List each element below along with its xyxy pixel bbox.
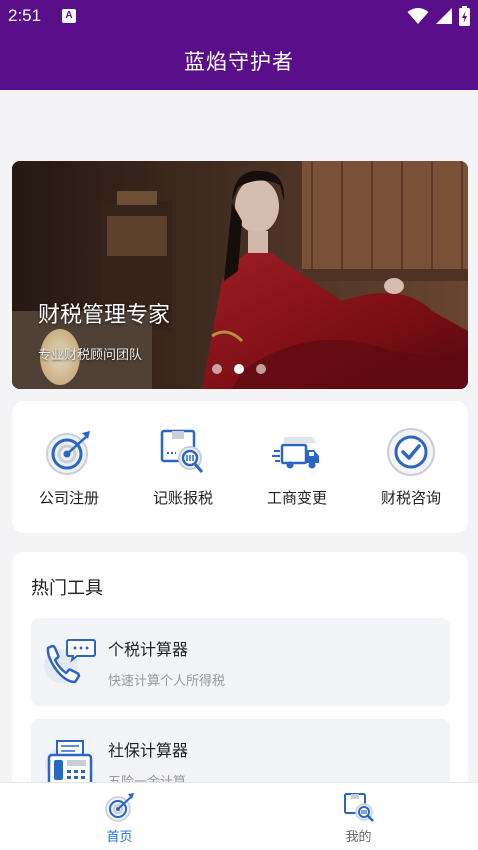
bottom-navigation: 首页 我的 <box>0 782 478 850</box>
service-label: 公司注册 <box>38 489 99 507</box>
service-bookkeeping[interactable]: 记账报税 <box>126 401 240 533</box>
profile-search-icon <box>343 793 374 822</box>
signal-icon <box>436 8 452 24</box>
service-business-change[interactable]: 工商变更 <box>240 401 354 533</box>
service-company-registration[interactable]: 公司注册 <box>12 401 126 533</box>
phone-chat-icon <box>44 639 96 684</box>
tool-card-income-tax[interactable]: 个税计算器 快速计算个人所得税 <box>31 618 450 706</box>
status-bar: 2:51 A <box>0 0 478 34</box>
status-time: 2:51 <box>8 6 42 25</box>
nav-label: 首页 <box>106 830 133 845</box>
hot-tools-section: 热门工具 个税计算器 快速计算个人所得税 社保计算器 <box>12 552 468 812</box>
document-search-icon <box>160 429 204 473</box>
service-tax-consulting[interactable]: 财税咨询 <box>354 401 468 533</box>
carousel-indicator <box>212 364 266 374</box>
tool-description: 快速计算个人所得税 <box>108 674 226 689</box>
service-label: 记账报税 <box>152 489 213 507</box>
service-grid: 公司注册 记账报税 工商变更 财税咨询 <box>12 401 468 533</box>
delivery-truck-icon <box>272 437 319 469</box>
nav-mine[interactable]: 我的 <box>239 783 478 850</box>
page-title: 蓝焰守护者 <box>184 50 294 74</box>
carousel-dot[interactable] <box>212 364 222 374</box>
home-target-icon <box>104 793 134 822</box>
nav-label: 我的 <box>345 830 372 845</box>
nav-home[interactable]: 首页 <box>0 783 239 850</box>
carousel-dot-active[interactable] <box>234 364 244 374</box>
system-icons <box>407 6 470 26</box>
check-circle-icon <box>387 428 435 476</box>
banner-title: 财税管理专家 <box>38 303 171 328</box>
wifi-icon <box>407 8 429 24</box>
tool-name: 个税计算器 <box>108 640 189 659</box>
a-letter-icon: A <box>62 9 76 23</box>
banner-subtitle: 专业财税顾问团队 <box>38 348 143 363</box>
app-bar: 蓝焰守护者 <box>0 34 478 90</box>
carousel-dot[interactable] <box>256 364 266 374</box>
section-title: 热门工具 <box>31 578 103 599</box>
banner-carousel[interactable]: 财税管理专家 专业财税顾问团队 <box>12 161 468 389</box>
service-label: 工商变更 <box>266 489 327 507</box>
battery-icon <box>459 6 470 26</box>
target-icon <box>46 431 90 475</box>
tool-name: 社保计算器 <box>108 741 189 760</box>
service-label: 财税咨询 <box>380 489 441 507</box>
